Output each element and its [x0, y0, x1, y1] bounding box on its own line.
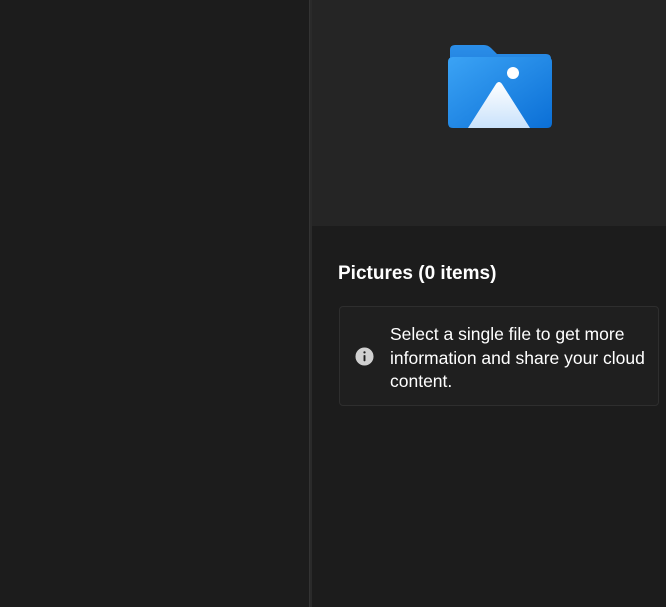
folder-title: Pictures (0 items) [338, 263, 497, 284]
file-list-pane[interactable] [0, 0, 309, 607]
file-explorer-window: Pictures (0 items) Select a single file … [0, 0, 666, 607]
info-message-text: Select a single file to get more informa… [390, 324, 645, 391]
preview-area [312, 0, 666, 226]
info-icon [355, 347, 374, 366]
pictures-folder-icon [448, 45, 552, 128]
details-pane: Pictures (0 items) Select a single file … [312, 0, 666, 607]
info-message-box: Select a single file to get more informa… [339, 306, 659, 406]
details-body: Pictures (0 items) Select a single file … [338, 226, 666, 406]
